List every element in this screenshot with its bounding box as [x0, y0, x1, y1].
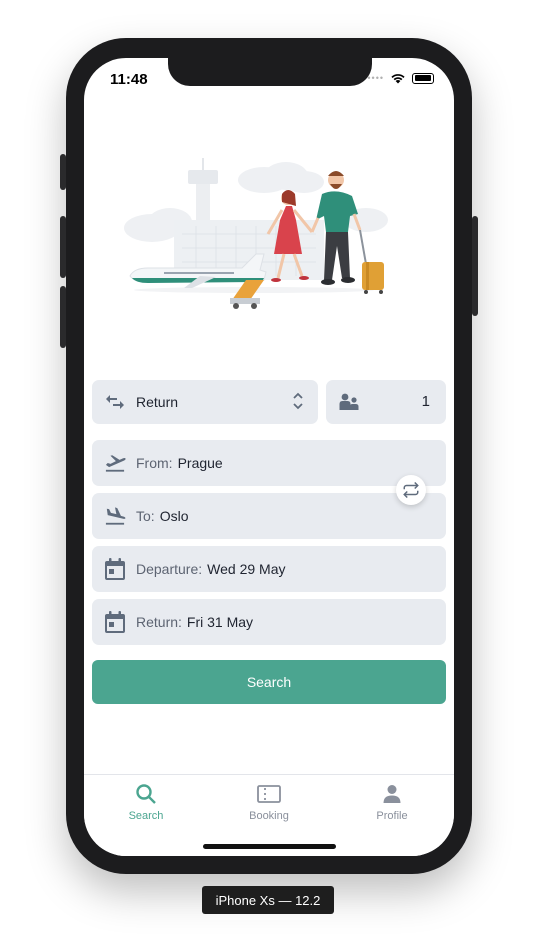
- swap-arrows-icon: [104, 391, 126, 413]
- travel-illustration: [124, 158, 388, 309]
- wifi-icon: [391, 74, 405, 84]
- return-date-field[interactable]: Return: Fri 31 May: [92, 599, 446, 645]
- volume-down-button: [60, 286, 66, 348]
- calendar-icon: [104, 611, 126, 633]
- tab-profile-label: Profile: [376, 810, 408, 822]
- person-icon: [342, 781, 442, 807]
- status-time: 11:48: [110, 71, 148, 88]
- unfold-icon: [292, 390, 304, 415]
- departure-date-field[interactable]: Departure: Wed 29 May: [92, 546, 446, 592]
- departure-plane-icon: [104, 452, 126, 474]
- tab-bar: Search Booking Profile: [84, 774, 454, 856]
- status-indicators: ••••: [367, 72, 434, 84]
- arrival-plane-icon: [104, 505, 126, 527]
- from-field[interactable]: From: Prague: [92, 440, 446, 486]
- passenger-count-value: 1: [421, 393, 430, 410]
- from-label: From:: [136, 455, 173, 471]
- power-button: [472, 216, 478, 316]
- mute-switch: [60, 154, 66, 190]
- calendar-icon: [104, 558, 126, 580]
- app-screen: 11:48 •••• Return 1 From: Prague To: Osl…: [84, 58, 454, 856]
- return-label: Return:: [136, 614, 182, 630]
- passenger-count-field[interactable]: 1: [326, 380, 446, 424]
- volume-up-button: [60, 216, 66, 278]
- to-field[interactable]: To: Oslo: [92, 493, 446, 539]
- tab-search[interactable]: Search: [96, 781, 196, 822]
- tab-booking[interactable]: Booking: [219, 781, 319, 822]
- return-value: Fri 31 May: [186, 614, 254, 630]
- tab-profile[interactable]: Profile: [342, 781, 442, 822]
- signal-icon: ••••: [367, 73, 384, 83]
- to-value: Oslo: [159, 508, 189, 524]
- from-value: Prague: [177, 455, 223, 471]
- battery-icon: [412, 72, 434, 84]
- departure-value: Wed 29 May: [207, 561, 286, 577]
- home-indicator[interactable]: [203, 844, 336, 849]
- trip-type-select[interactable]: Return: [92, 380, 318, 424]
- device-label: iPhone Xs — 12.2: [202, 886, 334, 914]
- search-icon: [96, 781, 196, 807]
- to-label: To:: [136, 508, 155, 524]
- trip-type-value: Return: [136, 394, 179, 410]
- swap-locations-button[interactable]: [396, 475, 426, 505]
- ticket-icon: [219, 781, 319, 807]
- notch: [168, 58, 372, 86]
- repeat-icon: [403, 481, 419, 499]
- search-button[interactable]: Search: [92, 660, 446, 704]
- departure-label: Departure:: [136, 561, 203, 577]
- tab-search-label: Search: [128, 810, 164, 822]
- people-icon: [338, 391, 360, 413]
- tab-booking-label: Booking: [249, 810, 289, 822]
